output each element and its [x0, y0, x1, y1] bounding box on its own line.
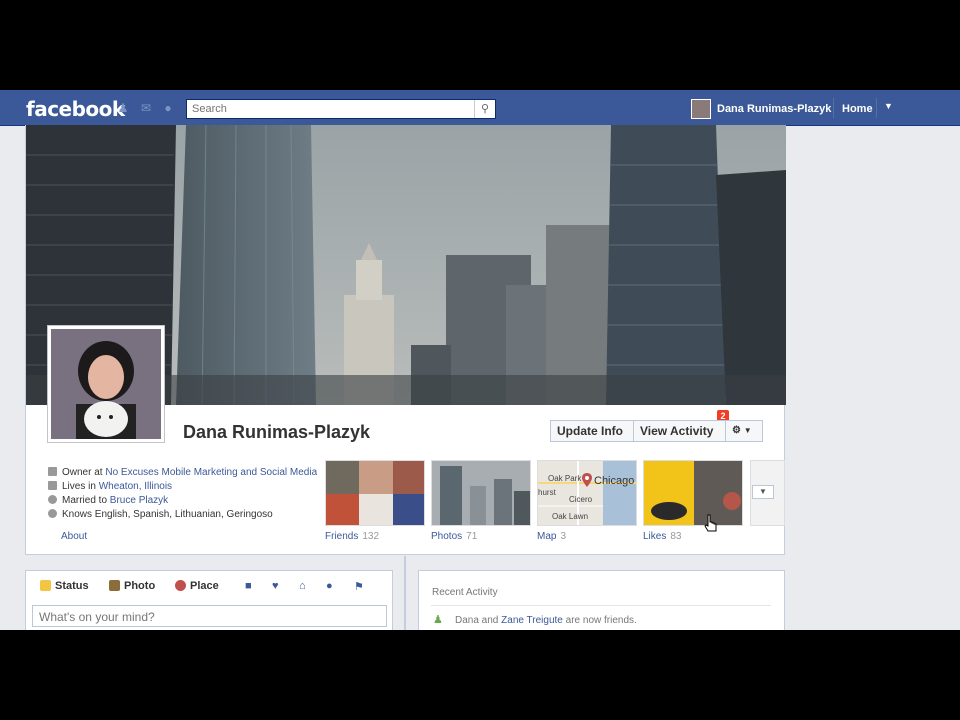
info-languages: Knows English, Spanish, Lithuanian, Geri…: [48, 509, 318, 523]
home-link[interactable]: Home: [842, 103, 873, 115]
divider: [833, 98, 834, 118]
tab-photo[interactable]: Photo: [109, 580, 155, 592]
info-lives: Lives in Wheaton, Illinois: [48, 481, 318, 495]
map-place-label: hurst: [538, 488, 556, 497]
photo-icon: [109, 580, 120, 591]
likes-tile-label[interactable]: Likes 83: [643, 531, 681, 542]
avatar[interactable]: [691, 99, 711, 119]
friend-requests-icon[interactable]: ♟: [116, 102, 130, 115]
map-place-label: Oak Park: [548, 474, 582, 483]
likes-tile[interactable]: [643, 460, 743, 526]
user-profile-link[interactable]: Dana Runimas-Plazyk: [717, 103, 831, 115]
info-work: Owner at No Excuses Mobile Marketing and…: [48, 467, 318, 481]
friend-link[interactable]: Zane Treigute: [501, 615, 563, 626]
map-tile-label[interactable]: Map 3: [537, 531, 566, 542]
life-event-heart-icon[interactable]: ♥: [272, 580, 279, 592]
recent-activity-panel: Recent Activity ♟ Dana and Zane Treigute…: [418, 570, 785, 630]
hand-cursor-icon: [704, 514, 717, 532]
briefcase-icon: [48, 467, 57, 476]
profile-name[interactable]: Dana Runimas-Plazyk: [183, 422, 370, 443]
profile-picture[interactable]: [47, 325, 165, 443]
heart-icon: [48, 495, 57, 504]
divider: [876, 98, 877, 118]
spouse-link[interactable]: Bruce Plazyk: [110, 495, 168, 506]
status-composer: Status Photo Place ■ ♥ ⌂ ● ⚑ What's on y…: [25, 570, 393, 630]
recent-activity-title: Recent Activity: [432, 587, 498, 598]
map-tile[interactable]: Oak Park hurst Cicero Oak Lawn Chicago: [537, 460, 637, 526]
view-activity-button[interactable]: View Activity: [633, 420, 726, 442]
timeline-spine: [404, 556, 406, 630]
map-city-label: Chicago: [594, 475, 635, 487]
tab-place[interactable]: Place: [175, 580, 219, 592]
messages-icon[interactable]: ✉: [139, 102, 153, 115]
account-menu-caret-icon[interactable]: ▼: [884, 101, 893, 111]
settings-gear-dropdown[interactable]: ⚙ ▼: [725, 420, 763, 442]
friends-tile[interactable]: [325, 460, 425, 526]
photos-tile-label[interactable]: Photos 71: [431, 531, 477, 542]
divider: [431, 605, 771, 606]
status-icon: [40, 580, 51, 591]
status-input[interactable]: What's on your mind?: [32, 605, 387, 627]
city-link[interactable]: Wheaton, Illinois: [99, 481, 172, 492]
more-tiles-chevron-icon[interactable]: ▼: [752, 485, 774, 499]
search-icon[interactable]: ⚲: [474, 100, 495, 118]
friends-tile-label[interactable]: Friends 132: [325, 531, 379, 542]
life-event-work-icon[interactable]: ■: [245, 580, 252, 592]
facebook-logo[interactable]: facebook: [26, 97, 125, 121]
place-pin-icon: [175, 580, 186, 591]
gear-icon: ⚙: [732, 425, 741, 436]
top-navigation-bar: facebook ♟ ✉ ● ⚲ Dana Runimas-Plazyk Hom…: [0, 90, 960, 126]
map-pin-icon: [582, 473, 592, 487]
search-input[interactable]: [187, 100, 482, 118]
home-icon: [48, 481, 57, 490]
life-event-flag-icon[interactable]: ⚑: [354, 580, 364, 593]
friends-icon: ♟: [433, 614, 443, 626]
search-box: ⚲: [186, 99, 496, 119]
company-link[interactable]: No Excuses Mobile Marketing and Social M…: [105, 467, 317, 478]
life-event-health-icon[interactable]: ●: [326, 580, 333, 592]
photos-tile[interactable]: [431, 460, 531, 526]
update-info-button[interactable]: Update Info: [550, 420, 634, 442]
info-married: Married to Bruce Plazyk: [48, 495, 318, 509]
map-place-label: Oak Lawn: [552, 512, 589, 521]
globe-icon: [48, 509, 57, 518]
chevron-down-icon: ▼: [743, 426, 752, 435]
about-link[interactable]: About: [61, 531, 87, 542]
profile-photo-image: [51, 329, 161, 439]
map-place-label: Cicero: [569, 495, 593, 504]
notifications-globe-icon[interactable]: ●: [161, 102, 175, 115]
activity-item: Dana and Zane Treigute are now friends.: [455, 615, 637, 626]
facebook-screen: facebook ♟ ✉ ● ⚲ Dana Runimas-Plazyk Hom…: [0, 90, 960, 630]
tab-status[interactable]: Status: [40, 580, 89, 592]
life-event-home-icon[interactable]: ⌂: [299, 580, 306, 592]
